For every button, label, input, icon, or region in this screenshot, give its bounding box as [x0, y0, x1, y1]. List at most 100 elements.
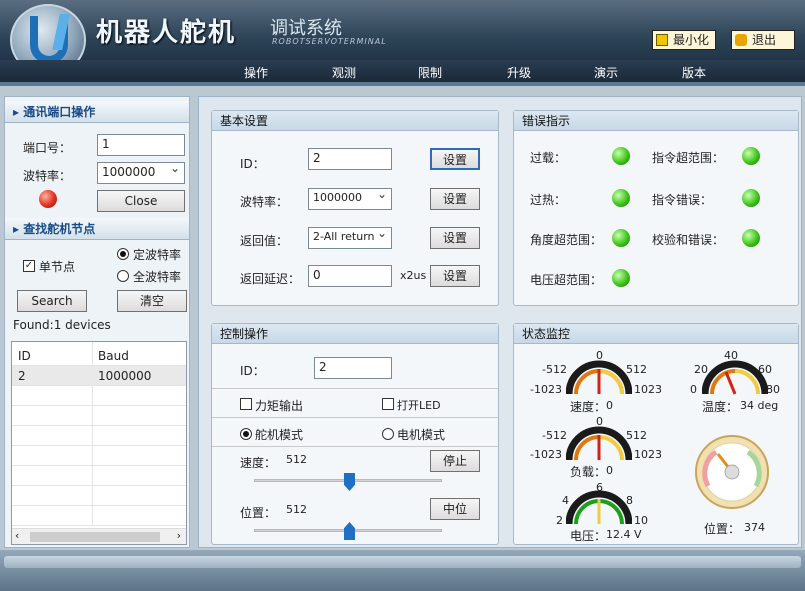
menu-demo[interactable]: 演示 [594, 64, 618, 81]
load-gauge [566, 426, 632, 461]
load-tick: 512 [626, 429, 647, 442]
speed-value: 512 [286, 453, 307, 466]
app-subtitle-en: ROBOTSERVOTERMINAL [272, 37, 387, 46]
control-id-input[interactable]: 2 [314, 357, 392, 379]
volt-monitor-value: 12.4 V [606, 528, 642, 541]
temp-tick: 80 [766, 383, 780, 396]
led-label: 打开LED [397, 399, 441, 412]
position-dial [695, 435, 769, 509]
minimize-button[interactable]: 最小化 [652, 30, 717, 50]
left-panel: ▸ 通讯端口操作 端口号： 1 波特率： 1000000 Close ▸ 查找舵… [4, 96, 190, 548]
temp-tick: 60 [758, 363, 772, 376]
load-monitor-label: 负载： [570, 465, 607, 479]
baud-label: 波特率： [23, 169, 72, 183]
speed-label: 速度： [240, 456, 277, 470]
find-section-header[interactable]: ▸ 查找舵机节点 [5, 218, 189, 240]
menu-operate[interactable]: 操作 [244, 64, 268, 81]
speed-monitor-label: 速度： [570, 400, 607, 414]
set-delay-button[interactable]: 设置 [430, 265, 480, 287]
status-bar [0, 550, 805, 591]
checksum-led [742, 229, 760, 247]
position-label: 位置： [240, 506, 277, 520]
load-tick: 1023 [634, 448, 662, 461]
load-tick: -512 [542, 429, 567, 442]
overload-led [612, 147, 630, 165]
all-baud-radio[interactable] [117, 270, 129, 282]
table-horizontal-scrollbar[interactable]: ‹ › [12, 528, 186, 544]
voltage-range-label: 电压超范围： [530, 273, 603, 287]
volt-tick: 2 [556, 514, 563, 527]
close-port-button[interactable]: Close [97, 190, 185, 212]
found-devices-text: Found:1 devices [13, 318, 111, 332]
speed-tick: -1023 [530, 383, 562, 396]
connection-status-led [39, 190, 57, 208]
volt-tick: 8 [626, 494, 633, 507]
basic-baud-label: 波特率： [240, 195, 289, 209]
checksum-label: 校验和错误： [652, 233, 725, 247]
led-checkbox[interactable] [382, 398, 394, 410]
servo-mode-radio[interactable] [240, 428, 252, 440]
cmd-range-led [742, 147, 760, 165]
delay-input[interactable]: 0 [308, 265, 392, 287]
scroll-right-icon[interactable]: › [177, 529, 181, 542]
volt-tick: 6 [596, 481, 603, 494]
scroll-left-icon[interactable]: ‹ [15, 529, 19, 542]
fixed-baud-radio[interactable] [117, 248, 129, 260]
comm-section-header[interactable]: ▸ 通讯端口操作 [5, 101, 189, 123]
table-header: ID Baud [12, 346, 186, 366]
torque-checkbox[interactable] [240, 398, 252, 410]
basic-id-label: ID： [240, 157, 265, 171]
speed-monitor-value: 0 [606, 399, 613, 412]
error-header: 错误指示 [514, 111, 798, 131]
baud-select[interactable]: 1000000 [97, 161, 185, 184]
port-input[interactable]: 1 [97, 134, 185, 156]
center-button[interactable]: 中位 [430, 498, 480, 520]
exit-button[interactable]: 退出 [731, 30, 795, 50]
speed-tick: 1023 [634, 383, 662, 396]
set-id-button[interactable]: 设置 [430, 148, 480, 170]
temp-tick: 40 [724, 349, 738, 362]
error-panel: 错误指示 过载： 指令超范围： 过热： 指令错误： 角度超范围： 校验和错误： … [513, 110, 799, 306]
return-select[interactable]: 2-All return [308, 226, 392, 249]
overheat-led [612, 189, 630, 207]
load-tick: -1023 [530, 448, 562, 461]
speed-slider-thumb[interactable] [344, 473, 355, 491]
main-area: 基本设置 ID： 2 设置 波特率： 1000000 设置 返回值： 2-All… [198, 96, 802, 548]
menu-observe[interactable]: 观测 [332, 64, 356, 81]
position-slider-thumb[interactable] [344, 522, 355, 540]
running-man-icon [735, 34, 747, 46]
single-node-checkbox[interactable]: ✓ [23, 260, 35, 272]
servo-mode-label: 舵机模式 [255, 428, 304, 442]
basic-baud-select[interactable]: 1000000 [308, 187, 392, 210]
set-baud-button[interactable]: 设置 [430, 188, 480, 210]
voltage-range-led [612, 269, 630, 287]
search-button[interactable]: Search [17, 290, 87, 312]
basic-id-input[interactable]: 2 [308, 148, 392, 170]
fixed-baud-label: 定波特率 [133, 248, 182, 262]
menu-upgrade[interactable]: 升级 [507, 64, 531, 81]
load-monitor-value: 0 [606, 464, 613, 477]
volt-tick: 4 [562, 494, 569, 507]
angle-range-label: 角度超范围： [530, 233, 603, 247]
speed-tick: 512 [626, 363, 647, 376]
cmd-error-led [742, 189, 760, 207]
stop-button[interactable]: 停止 [430, 450, 480, 472]
menu-version[interactable]: 版本 [682, 64, 706, 81]
menu-limit[interactable]: 限制 [418, 64, 442, 81]
clear-button[interactable]: 清空 [117, 290, 187, 312]
cmd-error-label: 指令错误： [652, 193, 713, 207]
scroll-thumb[interactable] [30, 532, 160, 542]
col-id-header: ID [18, 349, 31, 363]
app-title: 机器人舵机 [96, 18, 237, 48]
delay-label: 返回延迟： [240, 272, 301, 286]
position-value: 512 [286, 503, 307, 516]
return-label: 返回值： [240, 234, 289, 248]
set-return-button[interactable]: 设置 [430, 227, 480, 249]
motor-mode-radio[interactable] [382, 428, 394, 440]
overheat-label: 过热： [530, 193, 567, 207]
angle-range-led [612, 229, 630, 247]
control-panel: 控制操作 ID： 2 力矩输出 打开LED 舵机模式 电机模式 速度： 512 … [211, 323, 499, 545]
row-id: 2 [18, 369, 26, 383]
table-row[interactable]: 2 1000000 [12, 366, 186, 386]
cmd-range-label: 指令超范围： [652, 151, 725, 165]
